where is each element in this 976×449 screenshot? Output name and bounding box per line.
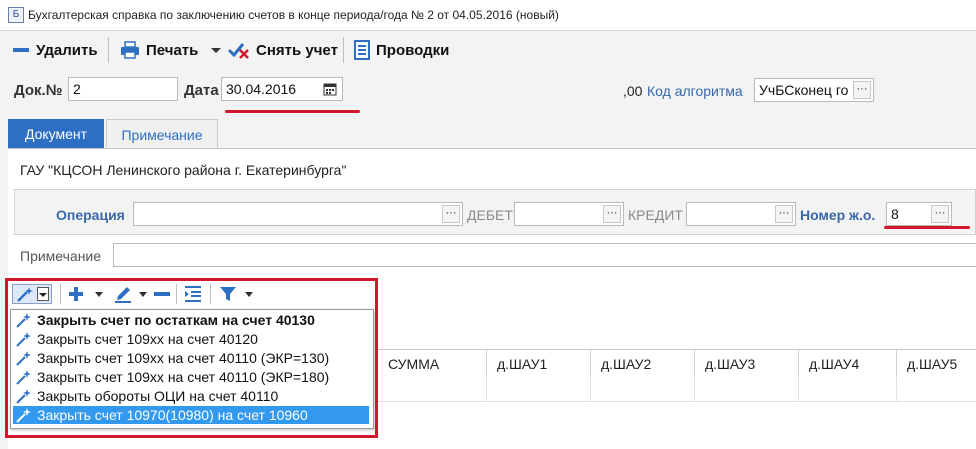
journal-lookup-button[interactable]: ··· <box>931 205 949 223</box>
main-toolbar: Удалить Печать Снять учет Проводки <box>0 31 976 69</box>
journal-field[interactable]: 8 ··· <box>886 202 952 226</box>
journal-underline <box>884 226 970 229</box>
date-underline <box>225 110 360 113</box>
journal-value: 8 <box>891 206 899 222</box>
grid-column-header[interactable]: д.ШАУ5 <box>896 350 976 378</box>
debit-lookup-button[interactable]: ··· <box>603 205 621 223</box>
unpost-button[interactable]: Снять учет <box>228 39 338 61</box>
window-titlebar: Б Бухгалтерская справка по заключению сч… <box>0 0 976 31</box>
date-field[interactable]: 30.04.2016 <box>221 77 343 101</box>
algo-field[interactable]: УчБСконец го ··· <box>754 78 874 102</box>
app-icon: Б <box>8 7 24 23</box>
print-button[interactable]: Печать <box>120 39 228 61</box>
printer-icon <box>121 41 139 59</box>
journal-label[interactable]: Номер ж.о. <box>800 207 875 223</box>
minus-icon <box>13 48 29 52</box>
tab-note[interactable]: Примечание <box>106 119 218 149</box>
tab-note-label: Примечание <box>121 127 203 143</box>
grid-column-header[interactable]: д.ШАУ2 <box>590 350 694 378</box>
amount-text: ,00 <box>623 83 643 99</box>
check-cross-icon <box>228 43 249 59</box>
tab-document[interactable]: Документ <box>8 119 104 149</box>
date-label: Дата <box>184 82 219 99</box>
note-field[interactable] <box>113 243 976 267</box>
operation-label[interactable]: Операция <box>56 207 125 223</box>
algo-lookup-button[interactable]: ··· <box>853 81 871 99</box>
postings-button[interactable]: Проводки <box>354 39 449 61</box>
grid-column-header[interactable]: д.ШАУ4 <box>798 350 896 378</box>
note-label: Примечание <box>20 248 102 264</box>
delete-button-label: Удалить <box>36 41 98 59</box>
credit-lookup-button[interactable]: ··· <box>775 205 793 223</box>
credit-field[interactable]: ··· <box>686 202 796 226</box>
postings-button-label: Проводки <box>376 41 450 59</box>
unpost-button-label: Снять учет <box>256 41 338 59</box>
debit-label: ДЕБЕТ <box>467 207 513 223</box>
grid-column-header[interactable]: д.ШАУ1 <box>486 350 590 378</box>
tab-document-label: Документ <box>24 126 88 142</box>
algo-label[interactable]: Код алгоритма <box>647 83 743 99</box>
table-row[interactable] <box>378 377 976 402</box>
docno-label: Док.№ <box>14 82 63 99</box>
algo-value: УчБСконец го <box>759 82 849 98</box>
date-value: 30.04.2016 <box>226 81 297 97</box>
org-name: ГАУ "КЦСОН Ленинского района г. Екатерин… <box>20 162 347 178</box>
docno-field[interactable]: 2 <box>68 77 178 101</box>
chevron-down-icon[interactable] <box>210 45 222 55</box>
docno-value: 2 <box>73 81 81 97</box>
grid-column-header[interactable]: д.ШАУ3 <box>694 350 798 378</box>
grid-column-header[interactable]: СУММА <box>378 350 486 378</box>
print-button-label: Печать <box>146 41 199 59</box>
delete-button[interactable]: Удалить <box>12 39 98 61</box>
operation-field[interactable]: ··· <box>133 202 463 226</box>
document-list-icon <box>354 40 370 60</box>
debit-field[interactable]: ··· <box>514 202 624 226</box>
grid-header: СУММА д.ШАУ1 д.ШАУ2 д.ШАУ3 д.ШАУ4 д.ШАУ5 <box>378 349 976 379</box>
highlight-frame <box>5 278 378 438</box>
operation-lookup-button[interactable]: ··· <box>442 205 460 223</box>
calendar-icon[interactable] <box>323 82 337 96</box>
credit-label: КРЕДИТ <box>628 207 683 223</box>
window-title: Бухгалтерская справка по заключению счет… <box>28 8 559 22</box>
